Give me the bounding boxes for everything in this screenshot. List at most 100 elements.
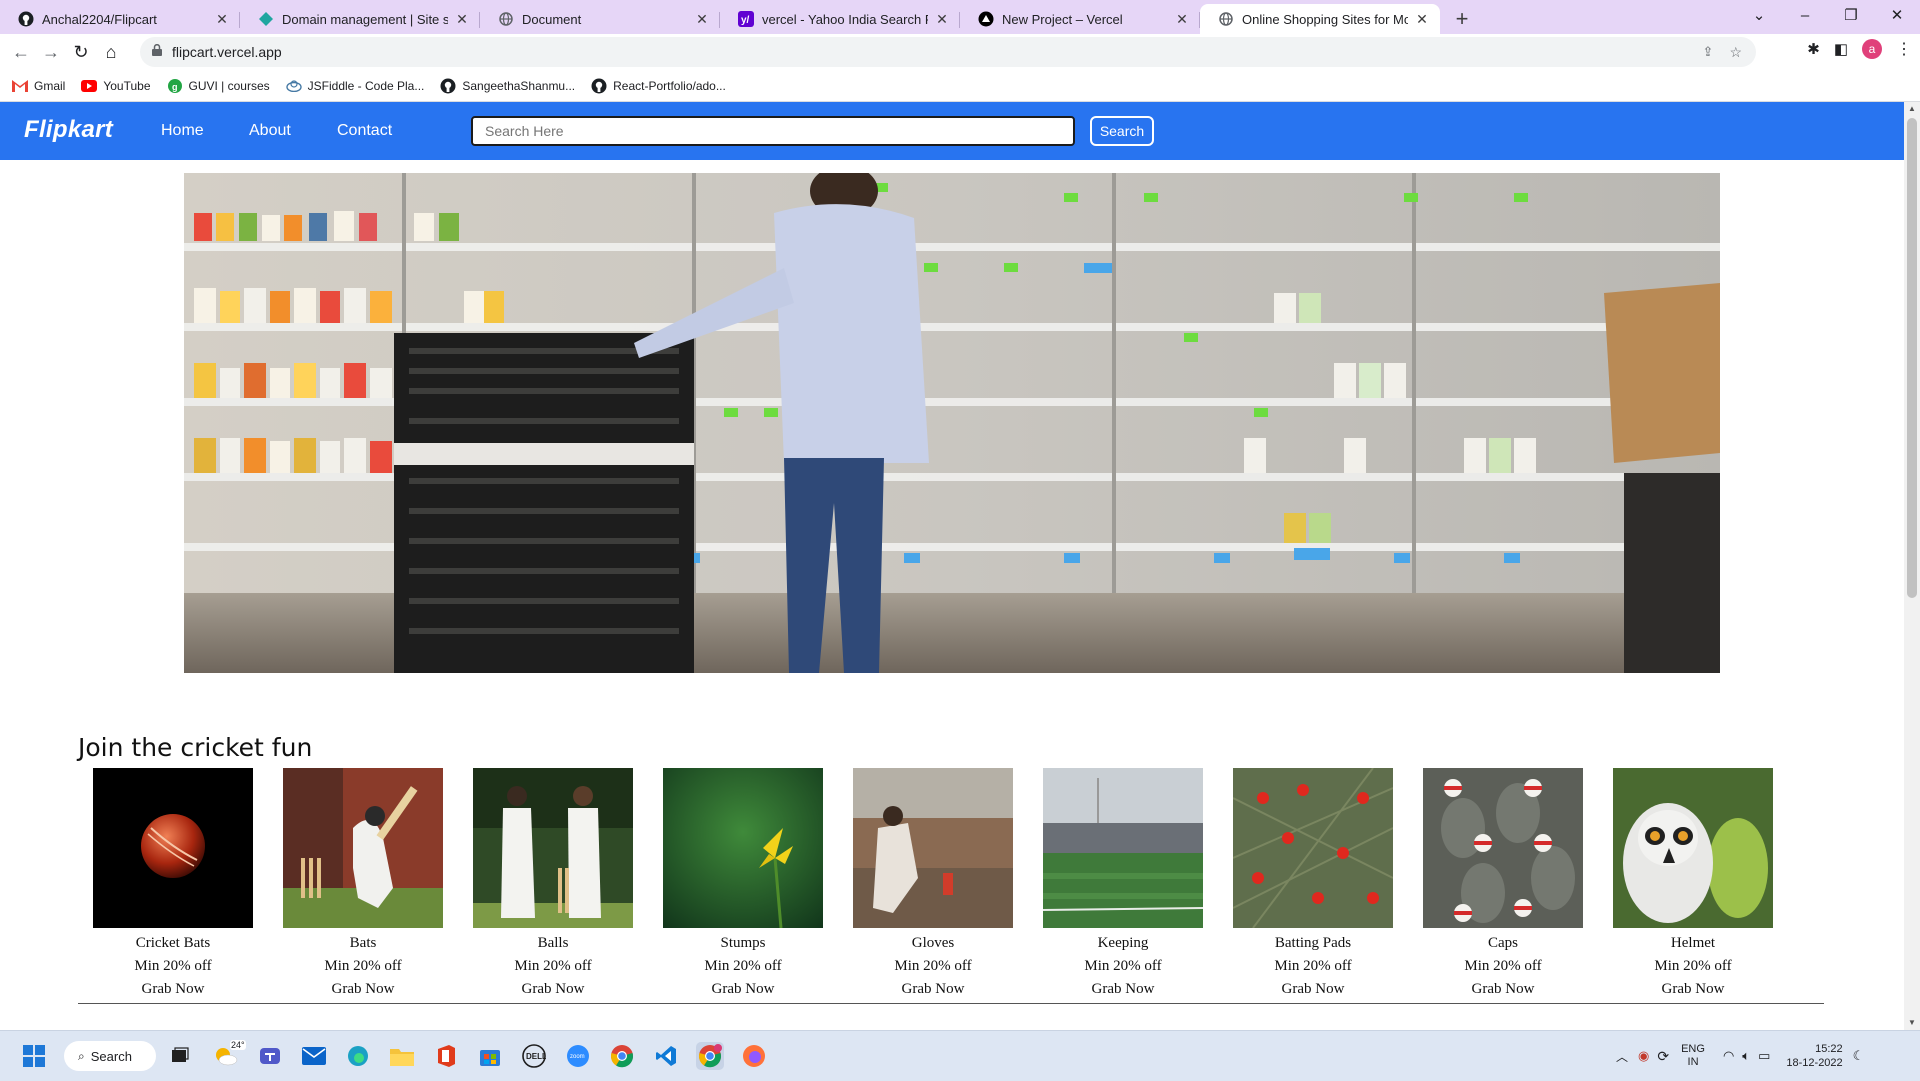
search-button[interactable]: Search <box>1090 116 1154 146</box>
zoom-icon[interactable]: zoom <box>564 1042 592 1070</box>
browser-tab[interactable]: Anchal2204/Flipcart ✕ <box>0 4 240 34</box>
grab-now-link[interactable]: Grab Now <box>1613 978 1773 1001</box>
chrome-icon[interactable] <box>608 1042 636 1070</box>
dell-icon[interactable]: DELL <box>520 1042 548 1070</box>
product-image-stadium[interactable] <box>1043 768 1203 928</box>
product-card[interactable]: Stumps Min 20% off Grab Now <box>663 768 823 1001</box>
product-card[interactable]: Cricket Bats Min 20% off Grab Now <box>93 768 253 1001</box>
browser-tab[interactable]: Document ✕ <box>480 4 720 34</box>
vscode-icon[interactable] <box>652 1042 680 1070</box>
close-tab-icon[interactable]: ✕ <box>934 11 950 28</box>
antivirus-icon[interactable]: ◉ <box>1638 1048 1649 1064</box>
notifications-icon[interactable]: ☾ <box>1853 1048 1865 1064</box>
menu-icon[interactable]: ⋮ <box>1896 39 1912 59</box>
chevron-up-icon[interactable]: ︿ <box>1616 1048 1628 1065</box>
bookmark-gmail[interactable]: Gmail <box>12 78 65 94</box>
grab-now-link[interactable]: Grab Now <box>1423 978 1583 1001</box>
close-tab-icon[interactable]: ✕ <box>1174 11 1190 28</box>
address-bar[interactable]: flipcart.vercel.app ⇪ ☆ <box>140 37 1756 67</box>
url-text[interactable]: flipcart.vercel.app <box>172 44 282 60</box>
reload-icon[interactable]: ↻ <box>66 37 96 67</box>
grab-now-link[interactable]: Grab Now <box>853 978 1013 1001</box>
close-tab-icon[interactable]: ✕ <box>1414 11 1430 28</box>
product-image-red-flowers[interactable] <box>1233 768 1393 928</box>
chrome-active-icon[interactable] <box>696 1042 724 1070</box>
product-image-batsman[interactable] <box>283 768 443 928</box>
product-card[interactable]: Batting Pads Min 20% off Grab Now <box>1233 768 1393 1001</box>
home-icon[interactable]: ⌂ <box>96 37 126 67</box>
weather-icon[interactable]: 24° <box>212 1040 246 1070</box>
product-name: Keeping <box>1097 935 1149 951</box>
product-card[interactable]: Balls Min 20% off Grab Now <box>473 768 633 1001</box>
new-tab-button[interactable]: + <box>1446 4 1478 34</box>
bookmark-star-icon[interactable]: ☆ <box>1729 44 1742 61</box>
grab-now-link[interactable]: Grab Now <box>1043 978 1203 1001</box>
browser-tab-active[interactable]: Online Shopping Sites for Mobile ✕ <box>1200 4 1440 34</box>
product-card[interactable]: Caps Min 20% off Grab Now <box>1423 768 1583 1001</box>
search-input[interactable] <box>471 116 1075 146</box>
share-icon[interactable]: ⇪ <box>1703 44 1714 61</box>
scroll-up-icon[interactable]: ▲ <box>1904 102 1920 116</box>
scrollbar-thumb[interactable] <box>1907 118 1917 598</box>
product-image-yellow-flower[interactable] <box>663 768 823 928</box>
product-image-statues-caps[interactable] <box>1423 768 1583 928</box>
tab-search-icon[interactable]: ⌄ <box>1736 6 1782 24</box>
lock-icon[interactable] <box>152 43 162 61</box>
close-tab-icon[interactable]: ✕ <box>214 11 230 28</box>
task-view-icon[interactable] <box>166 1042 194 1070</box>
product-card[interactable]: Bats Min 20% off Grab Now <box>283 768 443 1001</box>
product-image-kids-playing[interactable] <box>853 768 1013 928</box>
wifi-icon[interactable]: ◠ <box>1723 1048 1734 1064</box>
battery-icon[interactable]: ▭ <box>1758 1048 1770 1064</box>
bookmark-guvi[interactable]: g GUVI | courses <box>167 78 270 94</box>
close-tab-icon[interactable]: ✕ <box>694 11 710 28</box>
language-indicator[interactable]: ENG IN <box>1681 1043 1705 1069</box>
grab-now-link[interactable]: Grab Now <box>663 978 823 1001</box>
bookmark-github-sangeetha[interactable]: SangeethaShanmu... <box>440 78 575 94</box>
nav-home-link[interactable]: Home <box>161 122 204 140</box>
product-image-lemur[interactable] <box>1613 768 1773 928</box>
minimize-icon[interactable]: – <box>1782 7 1828 24</box>
nav-contact-link[interactable]: Contact <box>337 122 392 140</box>
close-window-icon[interactable]: ✕ <box>1874 6 1920 24</box>
product-card[interactable]: Keeping Min 20% off Grab Now <box>1043 768 1203 1001</box>
github-icon <box>18 11 34 27</box>
bookmark-github-portfolio[interactable]: React-Portfolio/ado... <box>591 78 726 94</box>
page-scrollbar[interactable]: ▲ ▼ <box>1904 102 1920 1030</box>
nav-about-link[interactable]: About <box>249 122 291 140</box>
file-explorer-icon[interactable] <box>388 1042 416 1070</box>
grab-now-link[interactable]: Grab Now <box>93 978 253 1001</box>
volume-icon[interactable]: 🔈︎ <box>1742 1048 1750 1064</box>
mail-icon[interactable] <box>300 1042 328 1070</box>
bookmark-youtube[interactable]: YouTube <box>81 78 151 94</box>
firefox-icon[interactable] <box>740 1042 768 1070</box>
back-icon[interactable]: ← <box>6 37 36 67</box>
edge-icon[interactable] <box>344 1042 372 1070</box>
bookmark-jsfiddle[interactable]: JSFiddle - Code Pla... <box>285 78 424 94</box>
product-card[interactable]: Gloves Min 20% off Grab Now <box>853 768 1013 1001</box>
grab-now-link[interactable]: Grab Now <box>473 978 633 1001</box>
forward-icon[interactable]: → <box>36 37 66 67</box>
avatar[interactable]: a <box>1862 39 1882 59</box>
close-tab-icon[interactable]: ✕ <box>454 11 470 28</box>
clock[interactable]: 15:22 18-12-2022 <box>1786 1042 1842 1070</box>
teams-icon[interactable] <box>256 1042 284 1070</box>
product-card[interactable]: Helmet Min 20% off Grab Now <box>1613 768 1773 1001</box>
browser-tab[interactable]: Domain management | Site settin ✕ <box>240 4 480 34</box>
browser-tab[interactable]: New Project – Vercel ✕ <box>960 4 1200 34</box>
sync-icon[interactable]: ⟳ <box>1657 1048 1669 1065</box>
browser-tab[interactable]: y/ vercel - Yahoo India Search Resul ✕ <box>720 4 960 34</box>
brand-logo[interactable]: Flipkart <box>24 116 113 144</box>
store-icon[interactable] <box>476 1042 504 1070</box>
taskbar-search[interactable]: ⌕ Search <box>64 1041 156 1071</box>
grab-now-link[interactable]: Grab Now <box>283 978 443 1001</box>
grab-now-link[interactable]: Grab Now <box>1233 978 1393 1001</box>
restore-icon[interactable]: ❐ <box>1828 6 1874 24</box>
side-panel-icon[interactable]: ◧ <box>1834 40 1848 58</box>
office-icon[interactable] <box>432 1042 460 1070</box>
extensions-icon[interactable]: ✱ <box>1807 40 1820 58</box>
windows-start-icon[interactable] <box>20 1042 48 1070</box>
product-image-cricket-ball[interactable] <box>93 768 253 928</box>
product-image-cricketers[interactable] <box>473 768 633 928</box>
scroll-down-icon[interactable]: ▼ <box>1904 1016 1920 1030</box>
